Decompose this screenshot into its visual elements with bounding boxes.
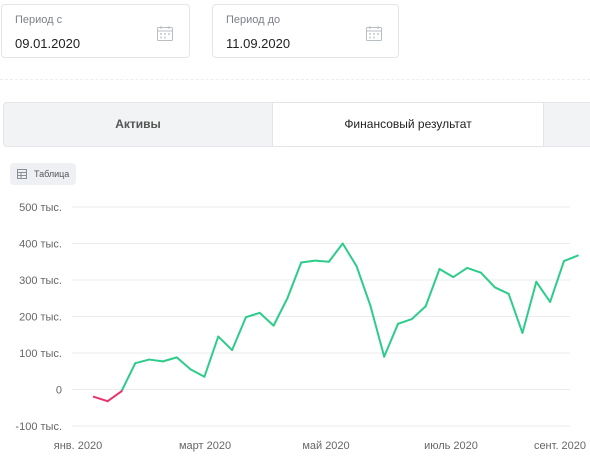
y-tick-label: 200 тыс. <box>19 312 62 324</box>
series-segment <box>203 335 220 378</box>
series-segment <box>300 259 317 264</box>
tab-bar: Активы Финансовый результат <box>3 102 590 147</box>
series-segment <box>314 259 330 263</box>
series-segment <box>397 318 413 325</box>
table-view-button[interactable]: Таблица <box>10 163 77 185</box>
x-tick-label: июль 2020 <box>424 440 478 452</box>
series-segment <box>106 390 123 403</box>
calendar-icon[interactable] <box>157 26 173 41</box>
series-segment <box>369 304 386 358</box>
tab-financial-result[interactable]: Финансовый результат <box>272 103 544 146</box>
series-segment <box>148 358 164 363</box>
period-from-value[interactable]: 09.01.2020 <box>15 36 80 51</box>
series-segment <box>424 268 441 308</box>
series-segment <box>92 395 109 403</box>
period-from-label: Период с <box>15 14 63 26</box>
y-tick-label: 300 тыс. <box>19 275 62 287</box>
series-segment <box>341 242 358 268</box>
series-segment <box>327 242 344 263</box>
calendar-icon[interactable] <box>366 26 382 41</box>
series-segment <box>493 286 510 295</box>
series-segment <box>134 358 151 365</box>
series-segment <box>175 356 192 371</box>
series-segment <box>521 280 538 334</box>
y-tick-label: 0 <box>56 385 62 397</box>
tab-assets[interactable]: Активы <box>4 103 272 146</box>
x-tick-label: сент. 2020 <box>534 440 586 452</box>
series-segment <box>452 266 469 279</box>
series-segment <box>258 311 275 327</box>
series-segment <box>562 254 579 263</box>
period-to-value[interactable]: 11.09.2020 <box>226 36 290 51</box>
series-segment <box>383 322 400 358</box>
series-segment <box>466 266 482 274</box>
y-tick-label: 500 тыс. <box>19 202 62 214</box>
financial-result-chart: 500 тыс. 400 тыс. 300 тыс. 200 тыс. 100 тыс.… <box>15 202 586 452</box>
series-segment <box>535 280 552 303</box>
y-tick-label: 400 тыс. <box>19 239 62 251</box>
series-segment <box>231 316 247 352</box>
table-button-label: Таблица <box>34 169 70 179</box>
y-tick-label: 100 тыс. <box>19 348 62 360</box>
section-divider <box>0 79 590 80</box>
series-segment <box>217 335 234 352</box>
period-to-field[interactable]: Период до 11.09.2020 <box>212 4 399 58</box>
table-icon <box>17 169 27 179</box>
period-to-label: Период до <box>226 14 281 26</box>
y-tick-label: -100 тыс. <box>15 421 62 433</box>
series-segment <box>272 297 289 327</box>
series-segment <box>507 292 524 334</box>
series-segment <box>121 362 137 391</box>
series-segment <box>355 265 372 307</box>
series-segment <box>189 368 206 378</box>
series-segment <box>410 305 427 321</box>
period-from-field[interactable]: Период с 09.01.2020 <box>1 4 190 58</box>
x-tick-label: март 2020 <box>179 440 231 452</box>
x-tick-label: янв. 2020 <box>54 440 102 452</box>
x-tick-label: май 2020 <box>302 440 349 452</box>
series-segment <box>161 356 178 363</box>
series-segment <box>549 260 565 303</box>
series-segment <box>438 268 455 279</box>
